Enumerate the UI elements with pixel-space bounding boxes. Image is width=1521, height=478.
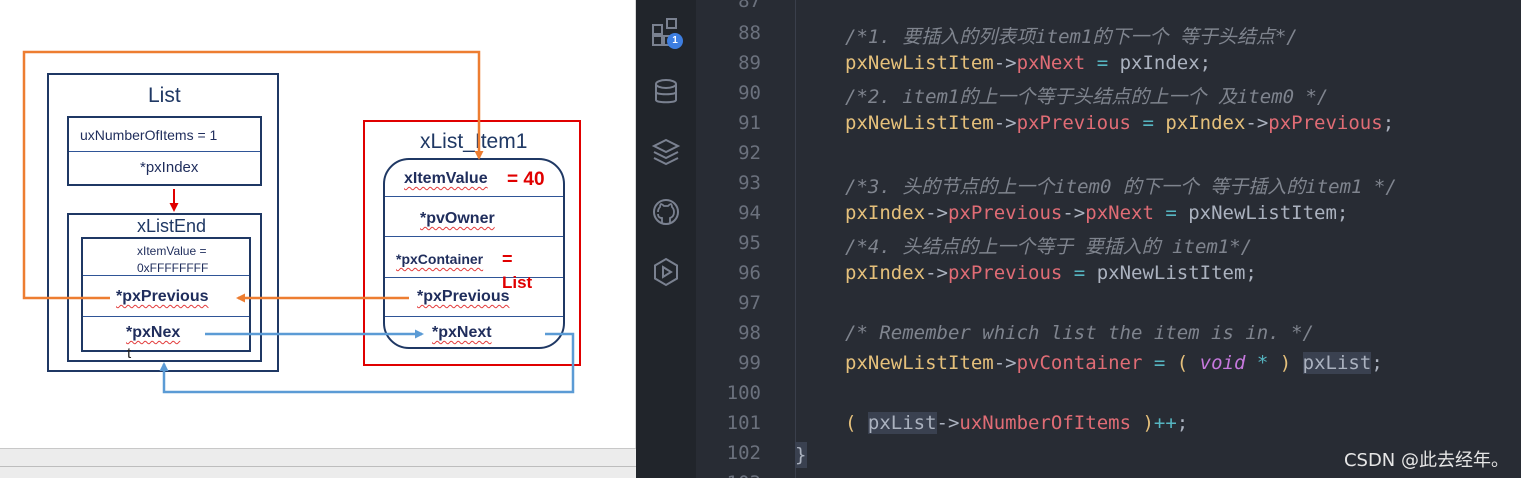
code-token: = xyxy=(1131,112,1166,134)
code-token: pxPrevious xyxy=(1016,112,1131,134)
code-token: /*2. item1的上一个等于头结点的上一个 及item0 */ xyxy=(845,86,1329,108)
scrollbar-track xyxy=(0,466,636,467)
line-number: 99 xyxy=(738,352,761,374)
line-number: 88 xyxy=(738,22,761,44)
layers-icon[interactable] xyxy=(650,136,682,168)
code-token: pxPrevious xyxy=(1268,112,1383,134)
code-token: ; xyxy=(1371,352,1383,374)
run-icon[interactable] xyxy=(650,256,682,288)
code-token: -> xyxy=(1245,112,1269,134)
line-number: 101 xyxy=(726,412,761,434)
horizontal-scrollbar[interactable] xyxy=(0,448,636,478)
diagram-canvas: List uxNumberOfItems = 1 *pxIndex xListE… xyxy=(0,0,636,448)
code-area[interactable]: /*1. 要插入的列表项item1的下一个 等于头结点*/ pxNewListIt… xyxy=(795,0,1521,478)
code-token: -> xyxy=(993,112,1017,134)
line-number: 93 xyxy=(738,172,761,194)
code-token: pxNext xyxy=(1085,202,1154,224)
code-line: /*1. 要插入的列表项item1的下一个 等于头结点*/ xyxy=(845,22,1298,49)
line-number: 89 xyxy=(738,52,761,74)
code-token: ++ xyxy=(1153,412,1177,434)
code-token: * xyxy=(1245,352,1280,374)
line-number-partial-bottom: 103 xyxy=(727,472,761,478)
code-token: pvContainer xyxy=(1016,352,1143,374)
code-token: -> xyxy=(925,262,948,284)
code-line: pxIndex->pxPrevious->pxNext = pxNewListI… xyxy=(845,202,1348,224)
line-number: 95 xyxy=(738,232,761,254)
code-token: /*4. 头结点的上一个等于 要插入的 item1*/ xyxy=(845,236,1253,258)
code-token: = xyxy=(1085,52,1120,74)
item1-next-to-list-end-arrow xyxy=(159,332,575,394)
code-token: = xyxy=(1142,352,1177,374)
line-number-gutter: 87 88 89 90 91 92 93 94 95 96 97 98 99 100 101 102 103 xyxy=(696,0,796,478)
code-token: void xyxy=(1199,352,1246,374)
code-token: ( xyxy=(1176,352,1200,374)
closing-brace: } xyxy=(795,442,807,468)
code-token: pxPrevious xyxy=(947,202,1063,224)
code-line: pxNewListItem->pxPrevious = pxIndex->pxP… xyxy=(845,112,1394,134)
line-number: 102 xyxy=(726,442,761,464)
code-line: pxNewListItem->pvContainer = ( void * ) … xyxy=(845,352,1383,374)
code-token: pxList xyxy=(867,412,937,434)
line-number: 100 xyxy=(726,382,761,404)
code-token: pxNewListItem xyxy=(845,112,994,134)
code-editor: 1 87 88 89 90 91 92 93 94 95 96 97 98 99 100 101 102 1… xyxy=(636,0,1521,478)
code-token: -> xyxy=(925,202,948,224)
github-icon[interactable] xyxy=(650,196,682,228)
line-number: 90 xyxy=(738,82,761,104)
code-token: /* Remember which list the item is in. *… xyxy=(845,322,1314,344)
code-token: ; xyxy=(1176,412,1189,434)
code-token: -> xyxy=(993,352,1017,374)
code-token: uxNumberOfItems xyxy=(959,412,1132,434)
line-number: 96 xyxy=(738,262,761,284)
line-number: 91 xyxy=(738,112,761,134)
code-line: pxNewListItem->pxNext = pxIndex; xyxy=(845,52,1211,74)
code-token: pxNewListItem xyxy=(845,52,994,74)
code-line: pxIndex->pxPrevious = pxNewListItem; xyxy=(845,262,1257,284)
code-line: /*3. 头的节点的上一个item0 的下一个 等于插入的item1 */ xyxy=(845,172,1397,199)
code-token: -> xyxy=(936,412,960,434)
code-line: /*4. 头结点的上一个等于 要插入的 item1*/ xyxy=(845,232,1252,259)
code-token: = xyxy=(1062,262,1097,284)
line-number: 98 xyxy=(738,322,761,344)
code-token: pxIndex xyxy=(1165,112,1246,134)
code-line: /* Remember which list the item is in. *… xyxy=(845,322,1314,344)
code-token: pxNewListItem xyxy=(845,352,994,374)
code-token: pxIndex xyxy=(845,262,926,284)
code-token: pxNext xyxy=(1016,52,1086,74)
diagram-panel: List uxNumberOfItems = 1 *pxIndex xListE… xyxy=(0,0,636,478)
code-token: pxPrevious xyxy=(947,262,1063,284)
code-token: ) xyxy=(1131,412,1154,434)
code-token: pxNewListItem; xyxy=(1188,202,1349,224)
pointer-arrows xyxy=(22,50,575,394)
code-token: /*3. 头的节点的上一个item0 的下一个 等于插入的item1 */ xyxy=(845,176,1397,198)
extensions-badge: 1 xyxy=(667,33,683,49)
code-token: -> xyxy=(993,52,1017,74)
code-line: /*2. item1的上一个等于头结点的上一个 及item0 */ xyxy=(845,82,1328,109)
list-end-prev-to-item1-arrow xyxy=(22,50,484,300)
code-token: ( xyxy=(845,412,868,434)
code-token: pxIndex; xyxy=(1119,52,1212,74)
code-token: ; xyxy=(1382,112,1395,134)
line-number: 92 xyxy=(738,142,761,164)
database-icon[interactable] xyxy=(650,76,682,108)
code-token: pxIndex xyxy=(845,202,926,224)
code-token: /*1. 要插入的列表项item1的下一个 等于头结点*/ xyxy=(845,26,1298,48)
line-number-partial-top: 87 xyxy=(738,0,761,12)
code-token: = xyxy=(1153,202,1189,224)
line-number: 94 xyxy=(738,202,761,224)
csdn-watermark: CSDN @此去经年。 xyxy=(1343,450,1509,471)
code-line: ( pxList->uxNumberOfItems )++; xyxy=(845,412,1188,434)
code-token: ) xyxy=(1279,352,1292,374)
code-token: pxList xyxy=(1302,352,1372,374)
activity-bar: 1 xyxy=(636,0,696,478)
code-token: pxNewListItem; xyxy=(1096,262,1257,284)
code-token: -> xyxy=(1062,202,1086,224)
line-number: 97 xyxy=(738,292,761,314)
